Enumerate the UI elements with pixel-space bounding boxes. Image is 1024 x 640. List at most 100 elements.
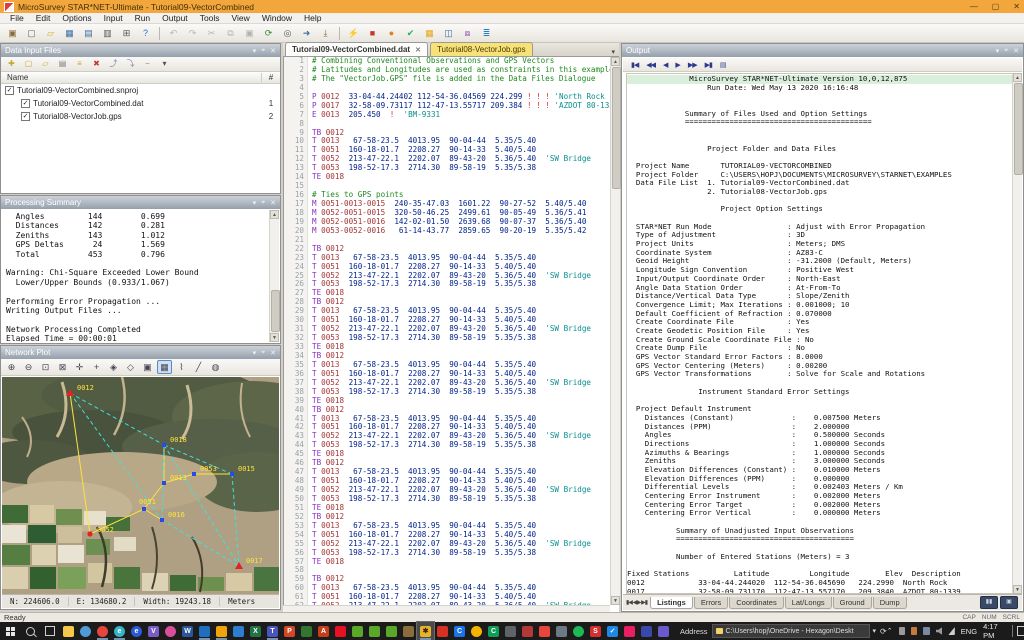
- plot-point-0051[interactable]: [142, 507, 146, 511]
- panel-pin-icon[interactable]: ⌖: [261, 47, 265, 55]
- output-nav-icon-3[interactable]: ▶: [675, 61, 679, 69]
- output-tab-ground[interactable]: Ground: [833, 597, 872, 609]
- docs-icon[interactable]: [230, 622, 247, 640]
- zoom-out-icon[interactable]: ⊖: [21, 360, 36, 374]
- processing-summary-header[interactable]: Processing Summary ▾ ⌖ ✕: [1, 196, 280, 209]
- plot-tool-icon[interactable]: ●: [383, 25, 400, 42]
- import-icon[interactable]: ⤓: [317, 25, 334, 42]
- find-icon[interactable]: ◎: [279, 25, 296, 42]
- editor-tab-0[interactable]: Tutorial09-VectorCombined.dat✕: [285, 42, 428, 56]
- output-tab-errors[interactable]: Errors: [694, 597, 728, 609]
- minimize-button[interactable]: —: [970, 2, 978, 11]
- output-tab-coordinates[interactable]: Coordinates: [729, 597, 783, 609]
- edge-icon[interactable]: e: [111, 622, 128, 640]
- photos-icon[interactable]: [162, 622, 179, 640]
- menu-view[interactable]: View: [226, 13, 256, 23]
- ie-icon[interactable]: e: [128, 622, 145, 640]
- taskbar-search-button[interactable]: [20, 622, 40, 640]
- tray-network-icon[interactable]: [948, 627, 954, 635]
- blue-sq-icon[interactable]: [638, 622, 655, 640]
- output-tab-listings[interactable]: Listings: [650, 597, 693, 609]
- gray-app-icon[interactable]: [502, 622, 519, 640]
- notification-center-button[interactable]: [1012, 625, 1024, 637]
- plot-point-0013[interactable]: [162, 481, 166, 485]
- pink-app-icon[interactable]: [621, 622, 638, 640]
- plot-point-0053[interactable]: [192, 472, 196, 476]
- menu-file[interactable]: File: [4, 13, 30, 23]
- address-dropdown-icon[interactable]: ▾: [873, 627, 877, 635]
- zoom-window-icon[interactable]: ⊡: [38, 360, 53, 374]
- view-file-icon[interactable]: ▤: [55, 57, 70, 71]
- plot-point-0052[interactable]: [87, 531, 92, 536]
- menu-help[interactable]: Help: [298, 13, 327, 23]
- inverse-tool-icon[interactable]: ⌇: [174, 360, 189, 374]
- scroll-thumb[interactable]: [1014, 83, 1023, 175]
- panel-menu-icon[interactable]: ▾: [253, 349, 257, 357]
- tray-app2-icon[interactable]: [911, 627, 917, 635]
- data-input-files-header[interactable]: Data Input Files ▾ ⌖ ✕: [1, 44, 280, 57]
- access-icon[interactable]: A: [315, 622, 332, 640]
- green-app1-icon[interactable]: [349, 622, 366, 640]
- tab-list-dropdown-icon[interactable]: ▾: [607, 48, 619, 56]
- panel-close-icon[interactable]: ✕: [1013, 47, 1019, 55]
- output-nav-icon-4[interactable]: ▶▶: [688, 61, 697, 69]
- move-up-icon[interactable]: ⤴: [106, 57, 121, 71]
- editor-scrollbar[interactable]: ▲ ▼: [610, 57, 620, 605]
- move-down-icon[interactable]: ⤵: [123, 57, 138, 71]
- editor[interactable]: 1# Combining Conventional Observations a…: [283, 57, 619, 612]
- imagery-toggle-icon[interactable]: ▦: [157, 360, 172, 374]
- network-plot-header[interactable]: Network Plot ▾ ⌖ ✕: [1, 346, 280, 359]
- remove-file-icon[interactable]: ✖: [89, 57, 104, 71]
- stop-icon[interactable]: ■: [364, 25, 381, 42]
- tray-display-icon[interactable]: [923, 627, 929, 635]
- gps-tool-icon[interactable]: ⧈: [459, 25, 476, 42]
- checkbox-icon[interactable]: ✓: [21, 112, 30, 121]
- panel-close-icon[interactable]: ✕: [270, 349, 276, 357]
- close-button[interactable]: ✕: [1013, 2, 1020, 11]
- plot-point-0016[interactable]: [160, 518, 164, 522]
- output-scrollbar[interactable]: ▲ ▼: [1012, 73, 1022, 594]
- mail-icon[interactable]: [196, 622, 213, 640]
- output-tab-dump[interactable]: Dump: [873, 597, 907, 609]
- scroll-down-icon[interactable]: ▼: [270, 333, 279, 342]
- tray-volume-icon[interactable]: [936, 627, 942, 635]
- checkbox-icon[interactable]: ✓: [5, 86, 14, 95]
- next-view-icon[interactable]: ◇: [123, 360, 138, 374]
- scroll-up-icon[interactable]: ▲: [270, 210, 279, 219]
- plot-point-0015[interactable]: [230, 472, 234, 476]
- address-input[interactable]: C:\Users\hopj\OneDrive - Hexagon\Deskt: [712, 624, 870, 638]
- center-icon[interactable]: +: [89, 360, 104, 374]
- scroll-thumb[interactable]: [271, 290, 280, 332]
- goto-icon[interactable]: ➜: [298, 25, 315, 42]
- tree-item[interactable]: ✓Tutorial08-VectorJob.gps2: [1, 110, 280, 123]
- data-input-column-header[interactable]: Name #: [1, 72, 280, 84]
- chrome-icon[interactable]: [94, 622, 111, 640]
- globe-icon[interactable]: ◍: [208, 360, 223, 374]
- output-nav-icon-5[interactable]: ▶▮: [705, 61, 712, 69]
- c-green-icon[interactable]: C: [485, 622, 502, 640]
- scroll-thumb[interactable]: [612, 67, 621, 189]
- menu-run[interactable]: Run: [129, 13, 157, 23]
- onedrive-icon[interactable]: [77, 622, 94, 640]
- editor-tab-1[interactable]: Tutorial08-VectorJob.gps: [430, 42, 533, 56]
- check-blue-icon[interactable]: ✓: [604, 622, 621, 640]
- tab-close-icon[interactable]: ✕: [415, 46, 421, 54]
- excel-icon[interactable]: X: [247, 622, 264, 640]
- green-app3-icon[interactable]: [383, 622, 400, 640]
- c-blue-icon[interactable]: C: [451, 622, 468, 640]
- menu-edit[interactable]: Edit: [30, 13, 57, 23]
- zoom-extents-icon[interactable]: ⊠: [55, 360, 70, 374]
- tray-clock[interactable]: 4:17 PM: [983, 622, 1005, 640]
- output-tab-latlongs[interactable]: Lat/Longs: [785, 597, 832, 609]
- scroll-down-icon[interactable]: ▼: [1013, 585, 1022, 594]
- maximize-button[interactable]: ▢: [992, 2, 1000, 11]
- tree-item[interactable]: ✓Tutorial09-VectorCombined.snproj: [1, 84, 280, 97]
- tan-app-icon[interactable]: [400, 622, 417, 640]
- scroll-down-icon[interactable]: ▼: [611, 596, 620, 605]
- pdf-red-icon[interactable]: [332, 622, 349, 640]
- address-refresh-icon[interactable]: ⟳: [880, 627, 887, 636]
- acrobat-icon[interactable]: [434, 622, 451, 640]
- measure-tool-icon[interactable]: ╱: [191, 360, 206, 374]
- satellite-map[interactable]: 001200180013005300150051001600520017: [2, 377, 279, 595]
- output-header[interactable]: Output ▾ ⌖ ✕: [622, 44, 1023, 57]
